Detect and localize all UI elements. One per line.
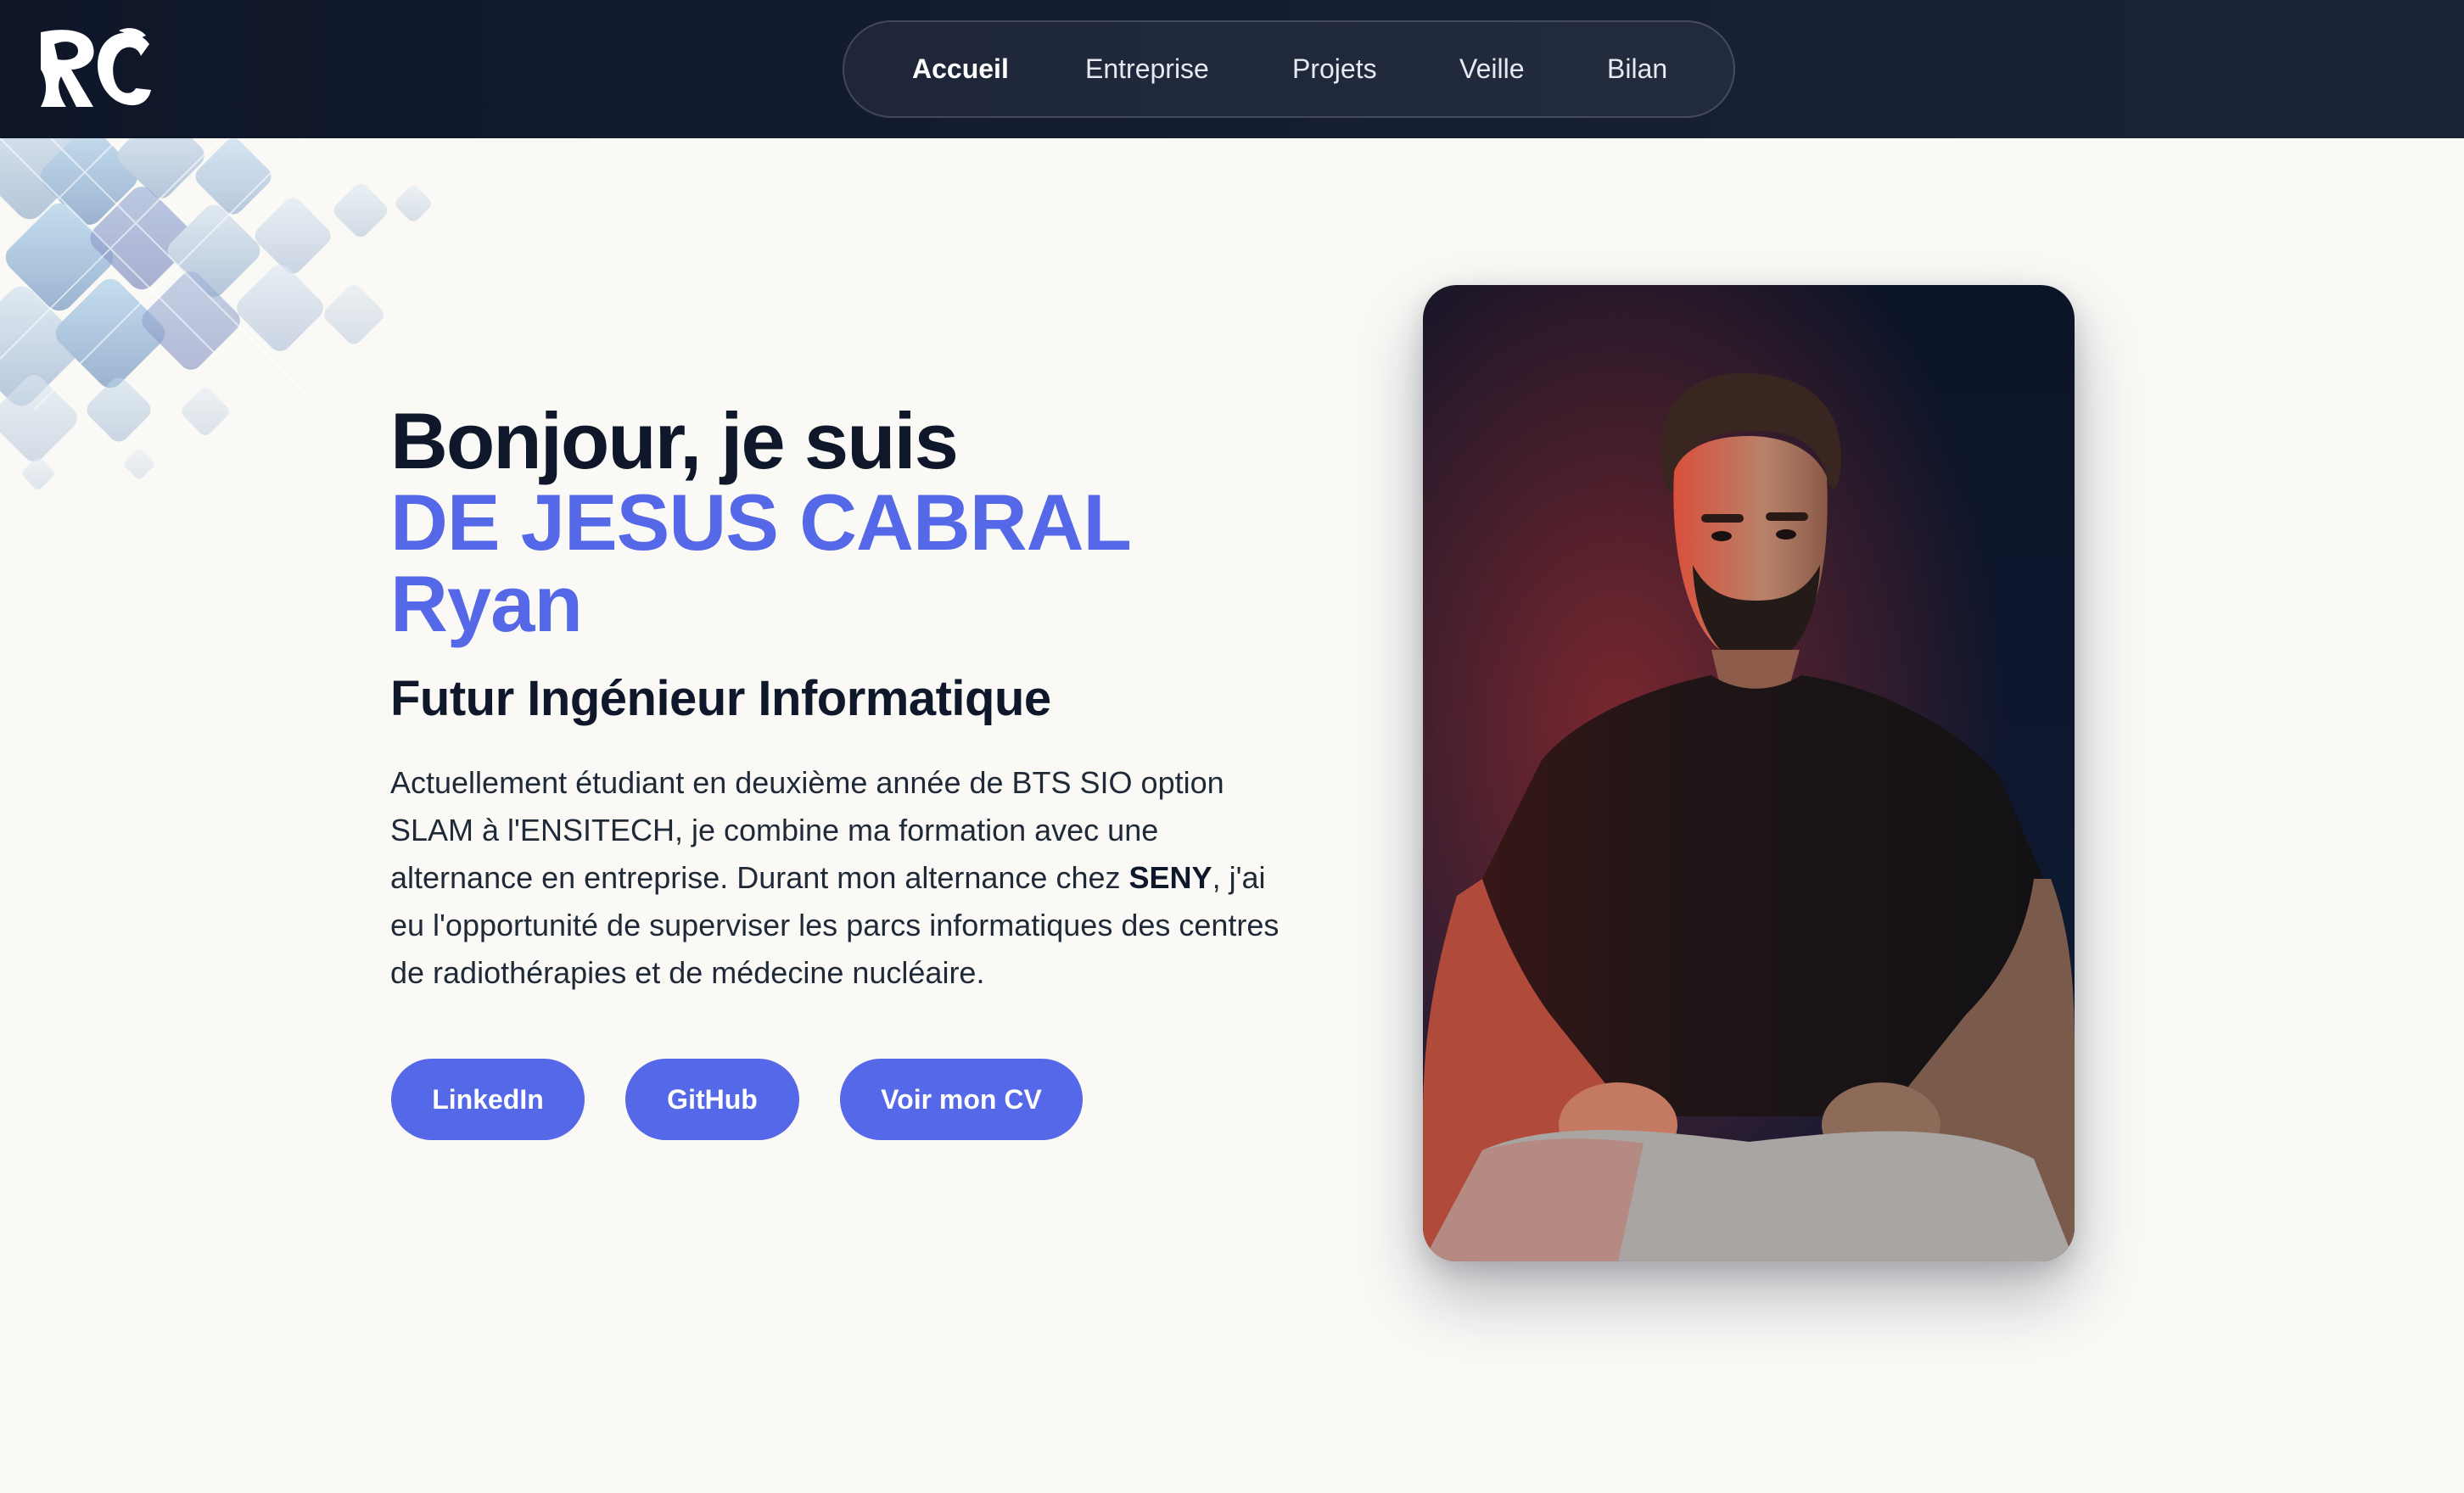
main-nav: Accueil Entreprise Projets Veille Bilan (843, 20, 1735, 118)
hero-name-firstname: Ryan (390, 559, 583, 648)
bio-company: SENY (1128, 860, 1212, 895)
linkedin-button[interactable]: LinkedIn (391, 1059, 585, 1140)
bio-text-part1: Actuellement étudiant en deuxième année … (390, 765, 1224, 895)
nav-item-projets[interactable]: Projets (1292, 22, 1377, 116)
view-cv-button[interactable]: Voir mon CV (840, 1059, 1083, 1140)
nav-item-accueil[interactable]: Accueil (912, 22, 1009, 116)
github-button[interactable]: GitHub (625, 1059, 799, 1140)
nav-item-veille[interactable]: Veille (1459, 22, 1525, 116)
nav-item-entreprise[interactable]: Entreprise (1085, 22, 1209, 116)
hero-intro: Bonjour, je suis DE JESUS CABRAL Ryan Fu… (390, 400, 1298, 997)
site-header: Accueil Entreprise Projets Veille Bilan (0, 0, 2464, 138)
hero-name-lastname: DE JESUS CABRAL (390, 478, 1132, 567)
nav-item-bilan[interactable]: Bilan (1607, 22, 1667, 116)
portrait-illustration (1423, 285, 2075, 1261)
profile-photo (1423, 285, 2075, 1261)
hero-bio: Actuellement étudiant en deuxième année … (390, 759, 1290, 997)
hero-greeting: Bonjour, je suis (390, 396, 959, 485)
rc-logo-icon[interactable] (37, 25, 153, 112)
hero-role: Futur Ingénieur Informatique (390, 671, 1051, 726)
